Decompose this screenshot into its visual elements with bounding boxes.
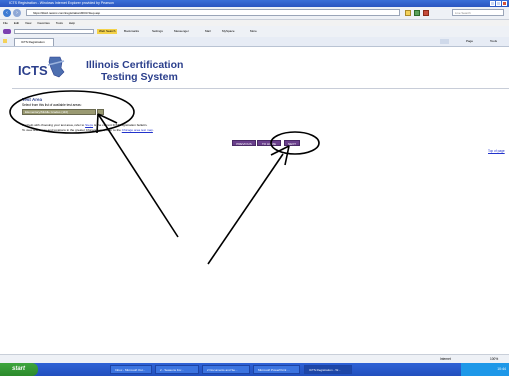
toolbar-search-field[interactable]: [14, 29, 94, 34]
yahoo-icon[interactable]: [3, 29, 11, 34]
test-area-select[interactable]: Elementary/Middle Grades (110): [22, 109, 96, 115]
help-text-1b: is the current ICTS registration bulleti…: [93, 123, 148, 127]
refresh-icon[interactable]: [414, 10, 420, 16]
home-icon[interactable]: [440, 39, 449, 44]
test-area-heading: Test Area: [22, 97, 43, 102]
favorites-star-icon[interactable]: [3, 39, 7, 43]
tools-menu-button[interactable]: Tools: [490, 38, 497, 45]
myspace-button[interactable]: MySpace: [222, 29, 235, 34]
tab-row: ICTS Registration Page Tools: [0, 37, 509, 47]
messenger-button[interactable]: Messenger: [174, 29, 189, 34]
back-button[interactable]: ‹: [3, 9, 11, 17]
chevron-down-icon[interactable]: [97, 109, 104, 115]
forward-button[interactable]: ›: [13, 9, 21, 17]
to-home-button[interactable]: TO HOME: [257, 140, 281, 146]
web-search-button[interactable]: Web Search: [97, 29, 118, 34]
address-bar: ‹ › https://iltsi2.nesinc.com/iregistrat…: [0, 7, 509, 20]
chicago-map-link[interactable]: Chicago area test map: [122, 128, 153, 132]
window-controls: [490, 1, 507, 6]
window-title-bar: ICTS Registration - Windows Internet Exp…: [0, 0, 509, 7]
previous-button[interactable]: PREVIOUS: [232, 140, 256, 146]
task-powerpoint[interactable]: Microsoft PowerPoint ...: [253, 365, 300, 374]
maximize-button[interactable]: [496, 1, 501, 6]
page-menu-button[interactable]: Page: [466, 38, 473, 45]
task-inbox[interactable]: Inbox - Microsoft Out...: [110, 365, 152, 374]
start-button[interactable]: start: [0, 363, 38, 376]
illinois-state-logo-icon: [47, 56, 65, 78]
task-icts-registration[interactable]: ICTS Registration - W...: [304, 365, 352, 374]
settings-button[interactable]: Settings: [152, 29, 163, 34]
header-divider: [12, 88, 509, 89]
brand-title-line2: Testing System: [101, 71, 178, 83]
taskbar: start Inbox - Microsoft Out... 2 - Seaso…: [0, 363, 509, 376]
brand-title-line1: Illinois Certification: [86, 59, 184, 71]
stop-icon[interactable]: [423, 10, 429, 16]
next-button[interactable]: NEXT: [284, 140, 300, 146]
help-text-line1: For help with choosing your test area, r…: [22, 123, 147, 127]
tab-icts-registration[interactable]: ICTS Registration: [14, 38, 54, 46]
more-button[interactable]: More: [250, 29, 257, 34]
help-text-2b: .: [152, 128, 154, 132]
test-area-instructions: Select from this list of available test …: [22, 103, 82, 107]
help-text-2a: To view test areas and locations in the …: [22, 128, 122, 132]
task-documents[interactable]: 2 Documents and Se...: [202, 365, 250, 374]
url-input[interactable]: https://iltsi2.nesinc.com/iregistration/…: [26, 9, 400, 16]
lock-icon[interactable]: [405, 10, 411, 16]
task-seasons[interactable]: 2 - Seasons For...: [155, 365, 199, 374]
icts-logo-text: ICTS: [18, 63, 48, 78]
mail-button[interactable]: Mail: [205, 29, 211, 34]
search-input[interactable]: Live Search: [452, 9, 504, 16]
bookmarks-button[interactable]: Bookmarks: [124, 29, 139, 34]
window-title: ICTS Registration - Windows Internet Exp…: [9, 1, 114, 5]
page-content: [0, 47, 509, 354]
close-button[interactable]: [502, 1, 507, 6]
steps-link[interactable]: Steps: [85, 123, 93, 127]
minimize-button[interactable]: [490, 1, 495, 6]
system-tray-clock: 10:44: [461, 363, 509, 376]
help-text-line2: To view test areas and locations in the …: [22, 128, 154, 132]
top-of-page-link[interactable]: Top of page: [488, 149, 505, 153]
help-text-1a: For help with choosing your test area, r…: [22, 123, 86, 127]
